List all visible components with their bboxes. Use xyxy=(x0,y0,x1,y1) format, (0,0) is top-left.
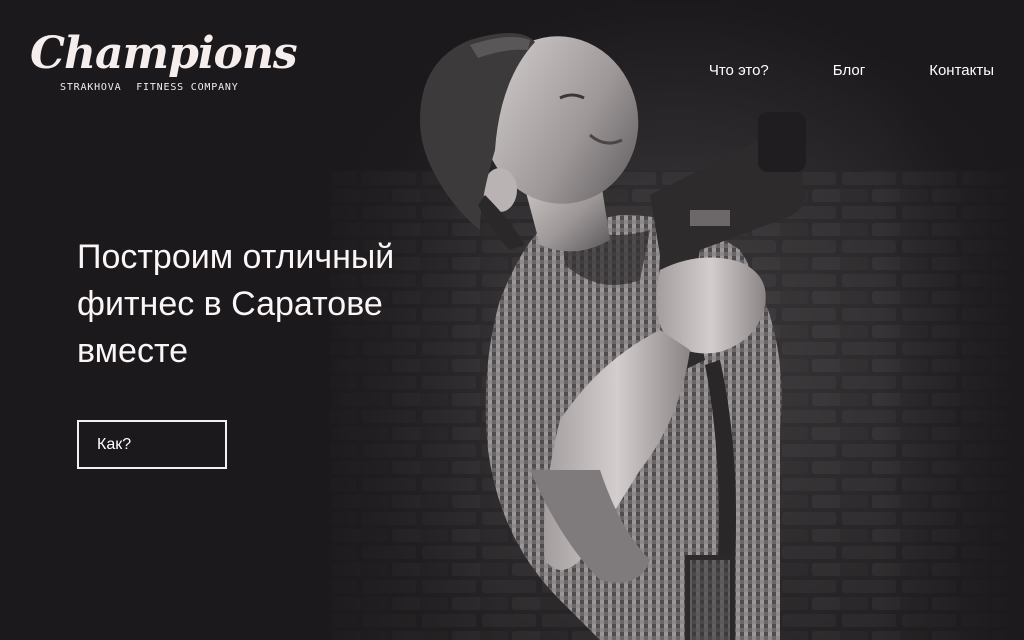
brand-logo[interactable]: Champions STRAKHOVA FITNESS COMPANY xyxy=(30,28,298,100)
logo-subtitle-left: STRAKHOVA xyxy=(60,82,122,93)
hero-headline: Построим отличный фитнес в Саратове вмес… xyxy=(77,234,457,375)
logo-subtitle-right: FITNESS COMPANY xyxy=(136,82,239,93)
nav-link-blog[interactable]: Блог xyxy=(833,62,865,79)
hero-headline-line-3: вместе xyxy=(77,332,189,370)
nav-link-what-is-it[interactable]: Что это? xyxy=(709,62,769,79)
main-nav: Что это? Блог Контакты xyxy=(709,62,994,79)
landing-page: Champions STRAKHOVA FITNESS COMPANY Что … xyxy=(0,0,1024,640)
nav-link-contacts[interactable]: Контакты xyxy=(929,62,994,79)
hero-headline-line-2: фитнес в Саратове xyxy=(77,285,383,323)
how-button[interactable]: Как? xyxy=(77,420,227,469)
logo-subtitle: STRAKHOVA FITNESS COMPANY xyxy=(60,82,239,93)
hero-headline-line-1: Построим отличный xyxy=(77,238,395,276)
logo-script-text: Champions xyxy=(30,28,298,79)
